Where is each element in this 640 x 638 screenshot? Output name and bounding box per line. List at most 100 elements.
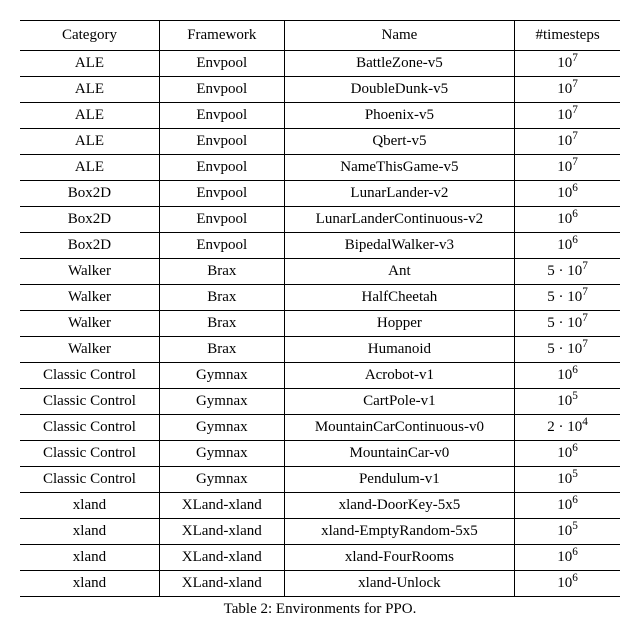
table-row: Box2DEnvpoolLunarLanderContinuous-v2106 <box>20 207 620 233</box>
table-row: xlandXLand-xlandxland-Unlock106 <box>20 571 620 597</box>
cell-name: HalfCheetah <box>284 285 515 311</box>
cell-framework: Envpool <box>159 233 284 259</box>
cell-name: Qbert-v5 <box>284 129 515 155</box>
cell-timesteps: 106 <box>515 441 620 467</box>
table-row: Box2DEnvpoolLunarLander-v2106 <box>20 181 620 207</box>
cell-timesteps: 106 <box>515 545 620 571</box>
table-row: WalkerBraxHopper5 · 107 <box>20 311 620 337</box>
table-row: xlandXLand-xlandxland-FourRooms106 <box>20 545 620 571</box>
cell-framework: Envpool <box>159 103 284 129</box>
cell-timesteps: 5 · 107 <box>515 259 620 285</box>
cell-framework: XLand-xland <box>159 545 284 571</box>
cell-timesteps: 5 · 107 <box>515 337 620 363</box>
cell-timesteps: 2 · 104 <box>515 415 620 441</box>
cell-framework: Brax <box>159 259 284 285</box>
table-row: Classic ControlGymnaxAcrobot-v1106 <box>20 363 620 389</box>
table-row: Classic ControlGymnaxPendulum-v1105 <box>20 467 620 493</box>
table-row: xlandXLand-xlandxland-DoorKey-5x5106 <box>20 493 620 519</box>
table-row: ALEEnvpoolDoubleDunk-v5107 <box>20 77 620 103</box>
cell-framework: XLand-xland <box>159 571 284 597</box>
cell-timesteps: 5 · 107 <box>515 311 620 337</box>
cell-framework: Envpool <box>159 181 284 207</box>
cell-name: xland-FourRooms <box>284 545 515 571</box>
table-row: ALEEnvpoolNameThisGame-v5107 <box>20 155 620 181</box>
cell-category: Box2D <box>20 181 159 207</box>
cell-category: Walker <box>20 337 159 363</box>
cell-name: LunarLander-v2 <box>284 181 515 207</box>
cell-timesteps: 106 <box>515 493 620 519</box>
cell-category: ALE <box>20 77 159 103</box>
cell-name: xland-Unlock <box>284 571 515 597</box>
table-row: ALEEnvpoolPhoenix-v5107 <box>20 103 620 129</box>
cell-timesteps: 106 <box>515 233 620 259</box>
col-timesteps: #timesteps <box>515 21 620 51</box>
cell-name: NameThisGame-v5 <box>284 155 515 181</box>
cell-category: ALE <box>20 155 159 181</box>
cell-timesteps: 107 <box>515 155 620 181</box>
cell-name: BattleZone-v5 <box>284 51 515 77</box>
cell-name: Humanoid <box>284 337 515 363</box>
environments-table: Category Framework Name #timesteps ALEEn… <box>20 20 620 597</box>
cell-category: ALE <box>20 51 159 77</box>
cell-name: BipedalWalker-v3 <box>284 233 515 259</box>
cell-framework: XLand-xland <box>159 519 284 545</box>
cell-timesteps: 105 <box>515 389 620 415</box>
cell-framework: Envpool <box>159 129 284 155</box>
cell-framework: Brax <box>159 285 284 311</box>
cell-category: Walker <box>20 311 159 337</box>
table-row: Box2DEnvpoolBipedalWalker-v3106 <box>20 233 620 259</box>
cell-framework: Envpool <box>159 155 284 181</box>
cell-category: Classic Control <box>20 441 159 467</box>
cell-framework: Envpool <box>159 77 284 103</box>
cell-timesteps: 107 <box>515 77 620 103</box>
cell-timesteps: 106 <box>515 207 620 233</box>
cell-name: MountainCarContinuous-v0 <box>284 415 515 441</box>
cell-framework: Gymnax <box>159 441 284 467</box>
table-row: WalkerBraxAnt5 · 107 <box>20 259 620 285</box>
cell-framework: Gymnax <box>159 389 284 415</box>
cell-category: xland <box>20 545 159 571</box>
cell-framework: XLand-xland <box>159 493 284 519</box>
cell-framework: Brax <box>159 311 284 337</box>
table-row: WalkerBraxHumanoid5 · 107 <box>20 337 620 363</box>
cell-name: xland-DoorKey-5x5 <box>284 493 515 519</box>
cell-timesteps: 5 · 107 <box>515 285 620 311</box>
cell-name: MountainCar-v0 <box>284 441 515 467</box>
col-name: Name <box>284 21 515 51</box>
cell-framework: Brax <box>159 337 284 363</box>
cell-framework: Envpool <box>159 51 284 77</box>
cell-name: Acrobot-v1 <box>284 363 515 389</box>
cell-category: Walker <box>20 259 159 285</box>
table-row: WalkerBraxHalfCheetah5 · 107 <box>20 285 620 311</box>
table-row: Classic ControlGymnaxMountainCar-v0106 <box>20 441 620 467</box>
table-container: Category Framework Name #timesteps ALEEn… <box>20 20 620 618</box>
cell-timesteps: 107 <box>515 51 620 77</box>
cell-timesteps: 106 <box>515 363 620 389</box>
cell-category: Classic Control <box>20 363 159 389</box>
table-row: ALEEnvpoolBattleZone-v5107 <box>20 51 620 77</box>
cell-category: Walker <box>20 285 159 311</box>
cell-framework: Envpool <box>159 207 284 233</box>
header-row: Category Framework Name #timesteps <box>20 21 620 51</box>
cell-framework: Gymnax <box>159 415 284 441</box>
cell-timesteps: 107 <box>515 129 620 155</box>
col-framework: Framework <box>159 21 284 51</box>
cell-category: xland <box>20 493 159 519</box>
cell-name: Hopper <box>284 311 515 337</box>
cell-framework: Gymnax <box>159 363 284 389</box>
cell-category: Classic Control <box>20 389 159 415</box>
cell-timesteps: 106 <box>515 571 620 597</box>
cell-category: Classic Control <box>20 415 159 441</box>
table-row: ALEEnvpoolQbert-v5107 <box>20 129 620 155</box>
col-category: Category <box>20 21 159 51</box>
cell-name: LunarLanderContinuous-v2 <box>284 207 515 233</box>
cell-timesteps: 105 <box>515 467 620 493</box>
table-row: Classic ControlGymnaxMountainCarContinuo… <box>20 415 620 441</box>
cell-category: Box2D <box>20 233 159 259</box>
cell-name: CartPole-v1 <box>284 389 515 415</box>
cell-timesteps: 105 <box>515 519 620 545</box>
cell-category: xland <box>20 571 159 597</box>
cell-timesteps: 107 <box>515 103 620 129</box>
cell-category: Classic Control <box>20 467 159 493</box>
table-caption: Table 2: Environments for PPO. <box>224 601 417 618</box>
